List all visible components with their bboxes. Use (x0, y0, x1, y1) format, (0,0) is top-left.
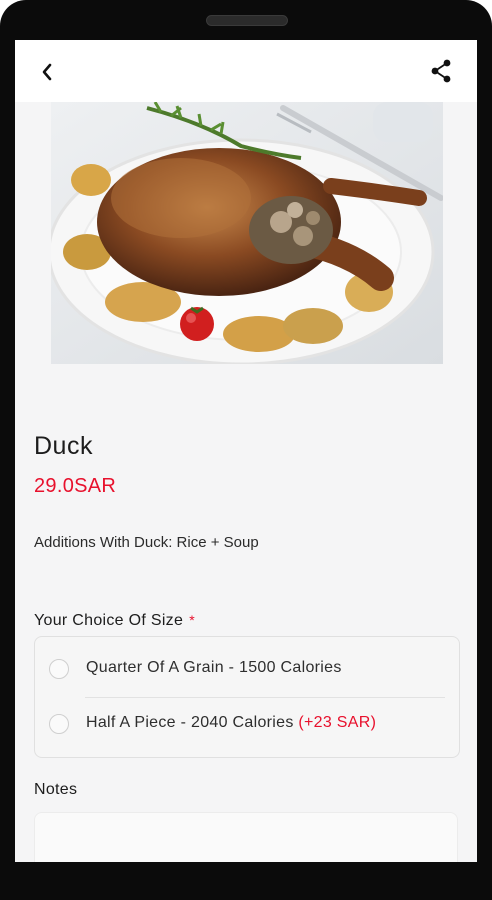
top-app-bar (15, 40, 477, 102)
size-section-title: Your Choice Of Size (34, 612, 184, 629)
size-option-label: Half A Piece - 2040 Calories (+23 SAR) (86, 714, 376, 732)
product-image (51, 102, 443, 364)
product-description: Additions With Duck: Rice + Soup (34, 534, 259, 551)
size-option-quarter[interactable]: Quarter Of A Grain - 1500 Calories (35, 640, 459, 698)
back-button[interactable] (37, 60, 65, 84)
roast-duck-illustration (51, 102, 443, 364)
chevron-left-icon (42, 63, 52, 81)
size-option-extra-price: (+23 SAR) (298, 714, 377, 731)
notes-input[interactable] (34, 812, 458, 862)
radio-button[interactable] (49, 659, 69, 679)
product-price: 29.0SAR (34, 475, 117, 497)
phone-bottom-bezel (0, 862, 492, 900)
size-option-half[interactable]: Half A Piece - 2040 Calories (+23 SAR) (35, 698, 459, 756)
speaker-grille (206, 15, 288, 26)
share-icon (431, 59, 451, 83)
product-name: Duck (34, 432, 93, 460)
size-option-text: Quarter Of A Grain - 1500 Calories (86, 659, 342, 676)
notes-label: Notes (34, 781, 78, 798)
size-options-group: Quarter Of A Grain - 1500 Calories Half … (34, 636, 460, 758)
size-option-text: Half A Piece - 2040 Calories (86, 714, 294, 731)
share-button[interactable] (427, 58, 457, 84)
phone-frame: Duck 29.0SAR Additions With Duck: Rice +… (0, 0, 492, 900)
app-screen: Duck 29.0SAR Additions With Duck: Rice +… (15, 40, 477, 862)
radio-button[interactable] (49, 714, 69, 734)
size-section-label: Your Choice Of Size * (34, 612, 195, 630)
size-option-label: Quarter Of A Grain - 1500 Calories (86, 659, 342, 677)
required-mark: * (189, 612, 195, 628)
